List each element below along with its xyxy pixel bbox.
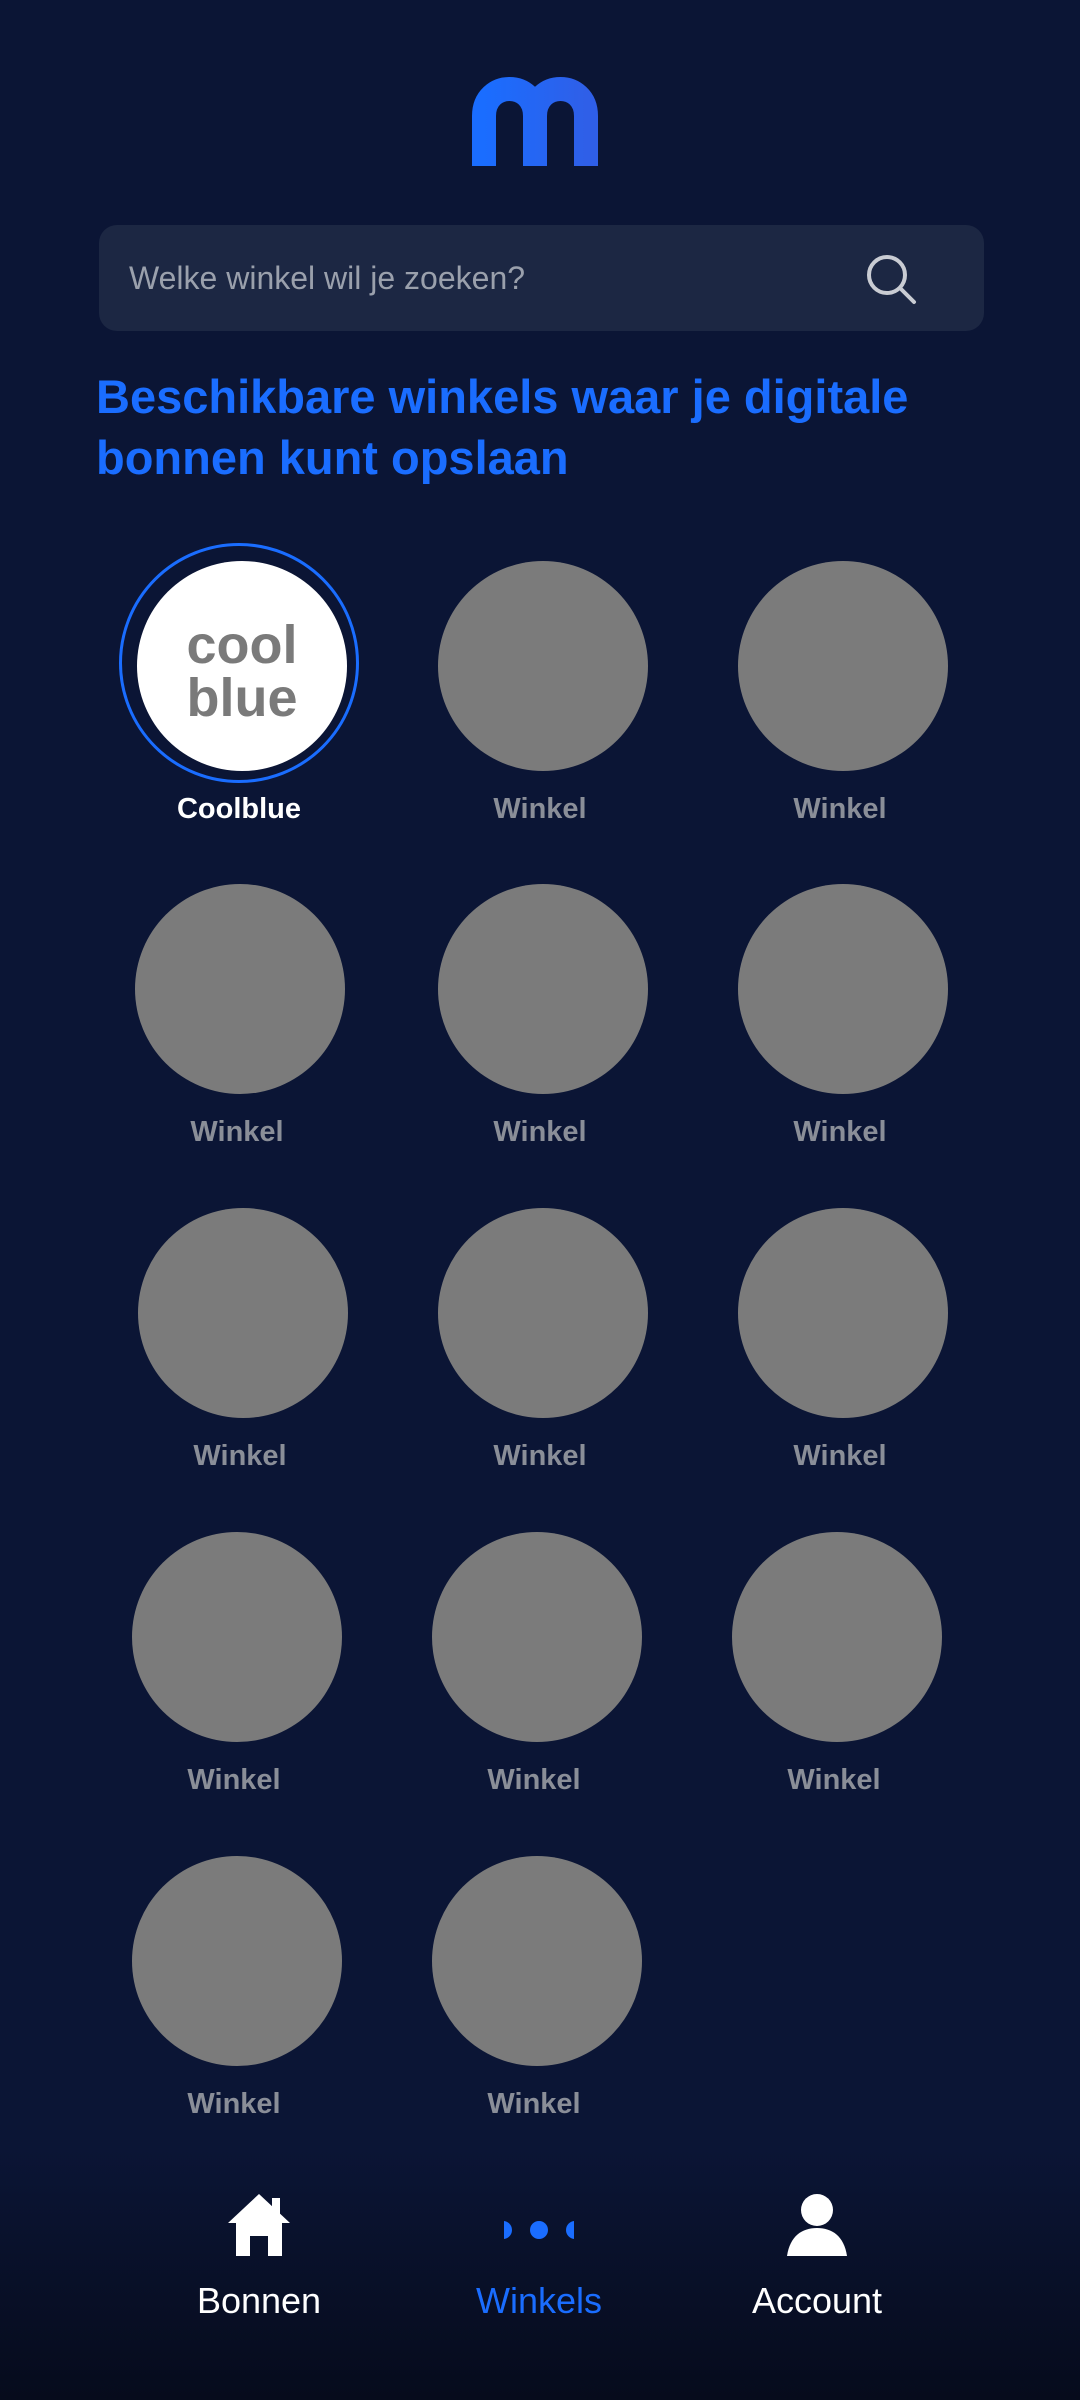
store-label: Winkel: [787, 1764, 881, 1796]
store-logo-placeholder: [738, 1208, 948, 1418]
store-tile[interactable]: Winkel: [114, 1838, 354, 2138]
nav-item-winkels[interactable]: Winkels: [419, 2190, 659, 2340]
store-logo-placeholder: [132, 1856, 342, 2066]
store-tile[interactable]: Winkel: [714, 1514, 954, 1814]
store-tile[interactable]: Winkel: [117, 866, 357, 1166]
logo-text-top: cool: [186, 615, 297, 675]
store-label: Winkel: [493, 1116, 587, 1148]
user-icon: [782, 2190, 852, 2260]
store-label: Winkel: [493, 793, 587, 825]
store-tile[interactable]: Winkel: [720, 866, 960, 1166]
store-label: Winkel: [190, 1116, 284, 1148]
nav-label: Account: [751, 2280, 883, 2321]
nav-label: Bonnen: [196, 2280, 322, 2321]
nav-label: Winkels: [475, 2280, 603, 2321]
search-icon[interactable]: [864, 252, 920, 308]
store-tile[interactable]: Winkel: [120, 1190, 360, 1490]
store-logo-placeholder: [432, 1532, 642, 1742]
store-logo-placeholder: [138, 1208, 348, 1418]
store-label: Winkel: [493, 1440, 587, 1472]
logo-text-bottom: blue: [186, 668, 297, 723]
home-icon: [224, 2190, 294, 2260]
store-tile[interactable]: Winkel: [720, 1190, 960, 1490]
bottom-navigation: Bonnen Winkels Account: [0, 2150, 1080, 2400]
store-tile[interactable]: Winkel: [414, 1838, 654, 2138]
store-logo-placeholder: [432, 1856, 642, 2066]
nav-item-bonnen[interactable]: Bonnen: [139, 2190, 379, 2340]
store-tile-coolblue[interactable]: cool blue Coolblue: [119, 543, 359, 843]
store-tile[interactable]: Winkel: [420, 1190, 660, 1490]
store-logo-placeholder: [738, 884, 948, 1094]
store-logo-placeholder: [438, 884, 648, 1094]
store-tile[interactable]: Winkel: [114, 1514, 354, 1814]
store-logo-placeholder: [135, 884, 345, 1094]
store-label: Winkel: [487, 2088, 581, 2120]
store-label: Winkel: [793, 1116, 887, 1148]
more-dots-icon: [504, 2190, 574, 2260]
coolblue-logo: cool blue: [167, 613, 317, 723]
store-label: Winkel: [793, 1440, 887, 1472]
store-logo-placeholder: [438, 1208, 648, 1418]
store-tile[interactable]: Winkel: [414, 1514, 654, 1814]
store-label: Winkel: [187, 1764, 281, 1796]
store-logo-placeholder: [738, 561, 948, 771]
app-logo: [472, 70, 610, 166]
store-label: Coolblue: [176, 793, 302, 825]
search-input[interactable]: [99, 225, 984, 331]
page-heading: Beschikbare winkels waar je digitale bon…: [96, 370, 909, 484]
store-tile[interactable]: Winkel: [720, 543, 960, 843]
store-logo-placeholder: [438, 561, 648, 771]
store-logo-placeholder: [732, 1532, 942, 1742]
store-label: Winkel: [487, 1764, 581, 1796]
store-logo-placeholder: [132, 1532, 342, 1742]
nav-item-account[interactable]: Account: [697, 2190, 937, 2340]
store-tile[interactable]: Winkel: [420, 866, 660, 1166]
search-bar[interactable]: [99, 225, 984, 331]
store-tile[interactable]: Winkel: [420, 543, 660, 843]
store-label: Winkel: [193, 1440, 287, 1472]
store-label: Winkel: [187, 2088, 281, 2120]
store-logo: cool blue: [137, 561, 347, 771]
store-label: Winkel: [793, 793, 887, 825]
